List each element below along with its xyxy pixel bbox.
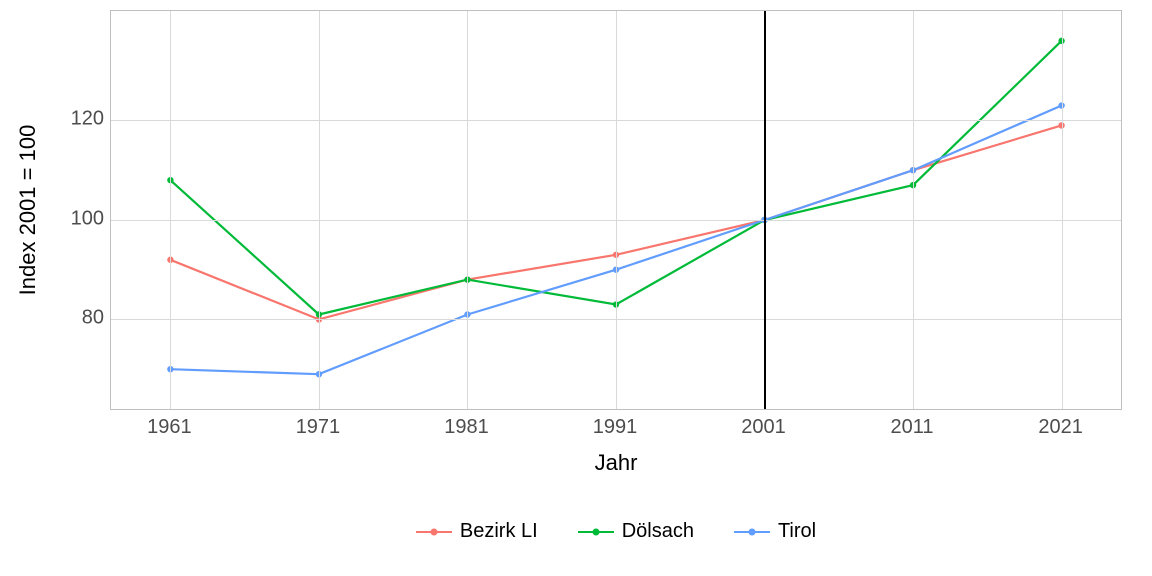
x-tick-label: 2021	[1021, 416, 1101, 439]
x-tick-label: 1971	[278, 416, 358, 439]
plot-area	[110, 10, 1122, 410]
legend-label: Tirol	[778, 520, 816, 543]
legend-item: Dölsach	[578, 520, 694, 543]
y-tick-label: 80	[44, 307, 104, 330]
x-tick-label: 2001	[724, 416, 804, 439]
gridline-v	[319, 11, 320, 409]
legend-swatch	[734, 523, 770, 541]
legend-label: Dölsach	[622, 520, 694, 543]
x-tick-label: 1961	[129, 416, 209, 439]
reference-line-2001	[764, 11, 766, 409]
y-tick-label: 100	[44, 207, 104, 230]
legend-item: Bezirk LI	[416, 520, 538, 543]
x-tick-label: 1991	[575, 416, 655, 439]
x-tick-label: 2011	[872, 416, 952, 439]
x-tick-label: 1981	[426, 416, 506, 439]
legend-item: Tirol	[734, 520, 816, 543]
legend-label: Bezirk LI	[460, 520, 538, 543]
y-tick-label: 120	[44, 108, 104, 131]
gridline-v	[170, 11, 171, 409]
gridline-v	[467, 11, 468, 409]
x-axis-title: Jahr	[110, 450, 1122, 476]
chart-container: Index 2001 = 100 Jahr Bezirk LI Dölsach Ti…	[0, 0, 1152, 576]
legend: Bezirk LI Dölsach Tirol	[110, 520, 1122, 543]
gridline-v	[616, 11, 617, 409]
gridline-v	[913, 11, 914, 409]
legend-swatch	[416, 523, 452, 541]
y-axis-title: Index 2001 = 100	[15, 0, 41, 420]
legend-swatch	[578, 523, 614, 541]
gridline-v	[1062, 11, 1063, 409]
